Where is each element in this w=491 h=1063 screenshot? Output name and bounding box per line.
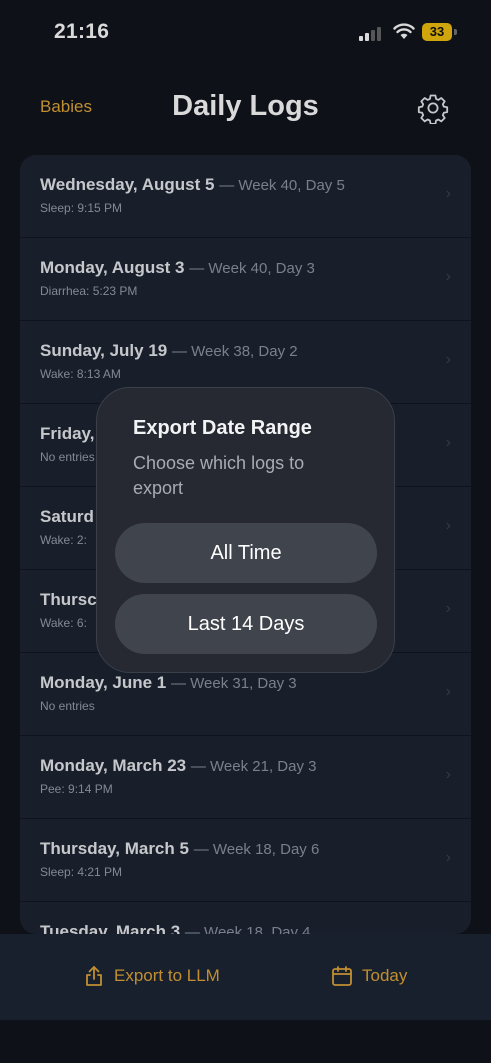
export-date-range-dialog: Export Date Range Choose which logs to e…	[96, 387, 395, 673]
all-time-button[interactable]: All Time	[115, 523, 377, 583]
last-14-days-button[interactable]: Last 14 Days	[115, 594, 377, 654]
dialog-title: Export Date Range	[133, 417, 312, 439]
dialog-message: Choose which logs to export	[133, 453, 305, 498]
